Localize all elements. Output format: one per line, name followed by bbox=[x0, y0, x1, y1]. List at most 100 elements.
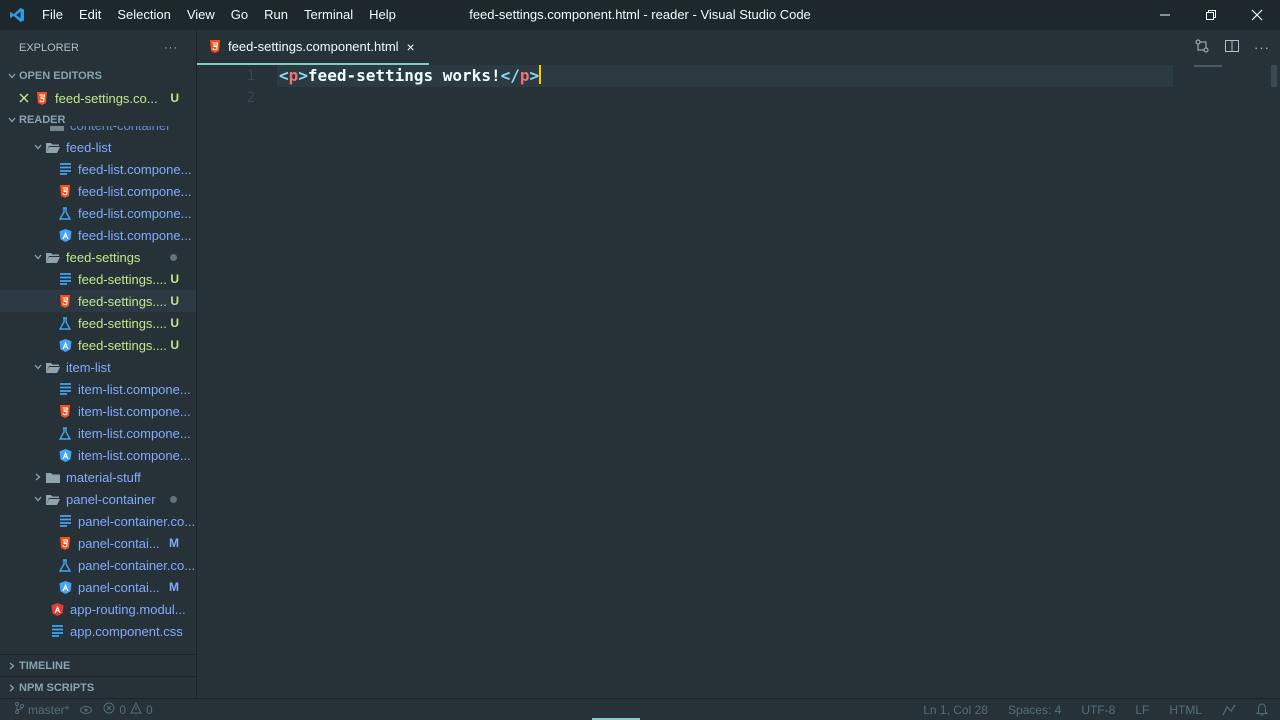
chevron-right-icon bbox=[4, 661, 19, 671]
folder-row[interactable]: content-container bbox=[0, 126, 196, 136]
sync-icon[interactable] bbox=[79, 704, 93, 716]
file-row[interactable]: panel-container.co... bbox=[0, 554, 196, 576]
file-row[interactable]: panel-container.co... bbox=[0, 510, 196, 532]
file-row-selected[interactable]: feed-settings.... U bbox=[0, 290, 196, 312]
minimize-icon[interactable] bbox=[1142, 0, 1188, 30]
minimap[interactable] bbox=[1194, 65, 1222, 67]
menu-view[interactable]: View bbox=[179, 0, 223, 30]
timeline-section[interactable]: TIMELINE bbox=[0, 654, 196, 676]
folder-row[interactable]: panel-container bbox=[0, 488, 196, 510]
file-row[interactable]: feed-settings.... U bbox=[0, 268, 196, 290]
file-row[interactable]: feed-list.compone... bbox=[0, 202, 196, 224]
menu-run[interactable]: Run bbox=[256, 0, 296, 30]
menu-help[interactable]: Help bbox=[361, 0, 404, 30]
folder-open-icon bbox=[46, 360, 60, 374]
test-flask-icon bbox=[58, 426, 72, 440]
css-file-icon bbox=[58, 162, 72, 176]
menu-file[interactable]: File bbox=[34, 0, 71, 30]
open-changes-icon[interactable] bbox=[1194, 38, 1210, 57]
file-row[interactable]: feed-settings.... U bbox=[0, 334, 196, 356]
folder-row[interactable]: feed-list bbox=[0, 136, 196, 158]
code-token: > bbox=[298, 66, 308, 85]
more-actions-icon[interactable]: ··· bbox=[1254, 40, 1270, 55]
file-row[interactable]: panel-contai... M bbox=[0, 532, 196, 554]
menu-selection[interactable]: Selection bbox=[109, 0, 178, 30]
chevron-down-icon bbox=[30, 362, 46, 372]
explorer-title: EXPLORER bbox=[19, 41, 79, 54]
open-editor-item[interactable]: feed-settings.co... U bbox=[0, 87, 196, 109]
html-file-icon bbox=[58, 536, 72, 550]
folder-row[interactable]: material-stuff bbox=[0, 466, 196, 488]
explorer-header: EXPLORER ··· bbox=[0, 30, 196, 65]
file-row[interactable]: item-list.compone... bbox=[0, 444, 196, 466]
angular-component-icon bbox=[58, 448, 72, 462]
file-row[interactable]: app.component.css bbox=[0, 620, 196, 642]
error-icon bbox=[103, 702, 115, 717]
file-row[interactable]: app-routing.modul... bbox=[0, 598, 196, 620]
changes-dot bbox=[170, 495, 177, 503]
file-row[interactable]: feed-list.compone... bbox=[0, 224, 196, 246]
code-editor[interactable]: 1 2 <p>feed-settings works!</p> bbox=[197, 65, 1280, 698]
close-editor-icon[interactable] bbox=[19, 93, 31, 103]
file-encoding[interactable]: UTF-8 bbox=[1081, 703, 1115, 717]
code-line[interactable]: <p>feed-settings works!</p> bbox=[279, 65, 542, 87]
vertical-scrollbar[interactable] bbox=[1271, 65, 1277, 87]
code-token: p bbox=[288, 66, 299, 85]
indentation[interactable]: Spaces: 4 bbox=[1008, 703, 1061, 717]
css-file-icon bbox=[58, 382, 72, 396]
menu-go[interactable]: Go bbox=[223, 0, 256, 30]
file-row[interactable]: panel-contai... M bbox=[0, 576, 196, 598]
problems-indicator[interactable]: 0 0 bbox=[103, 701, 153, 717]
folder-open-icon bbox=[46, 492, 60, 506]
angular-component-icon bbox=[58, 580, 72, 594]
file-row[interactable]: item-list.compone... bbox=[0, 422, 196, 444]
chevron-down-icon bbox=[30, 142, 46, 152]
folder-icon bbox=[46, 470, 60, 484]
css-file-icon bbox=[50, 624, 64, 638]
file-row[interactable]: feed-settings.... U bbox=[0, 312, 196, 334]
test-flask-icon bbox=[58, 316, 72, 330]
cursor-position[interactable]: Ln 1, Col 28 bbox=[923, 703, 988, 717]
css-file-icon bbox=[58, 514, 72, 528]
feedback-icon[interactable] bbox=[1222, 704, 1236, 716]
test-flask-icon bbox=[58, 206, 72, 220]
line-number: 1 bbox=[246, 68, 255, 84]
html-file-icon bbox=[58, 404, 72, 418]
vscode-logo-icon bbox=[0, 0, 34, 30]
file-row[interactable]: item-list.compone... bbox=[0, 378, 196, 400]
language-mode[interactable]: HTML bbox=[1169, 703, 1202, 717]
chevron-down-icon bbox=[4, 115, 19, 125]
editor-tabs: feed-settings.component.html × ··· bbox=[197, 30, 1280, 65]
text-cursor bbox=[539, 65, 542, 84]
notifications-bell-icon[interactable] bbox=[1256, 703, 1268, 716]
split-editor-icon[interactable] bbox=[1224, 38, 1240, 57]
test-flask-icon bbox=[58, 558, 72, 572]
file-row[interactable]: item-list.compone... bbox=[0, 400, 196, 422]
folder-icon bbox=[50, 126, 64, 132]
folder-row[interactable]: item-list bbox=[0, 356, 196, 378]
status-bar: master* 0 0 Ln 1, Col 28 Spaces: 4 UTF-8… bbox=[0, 698, 1280, 720]
close-tab-icon[interactable]: × bbox=[407, 39, 415, 55]
end-of-line[interactable]: LF bbox=[1135, 703, 1149, 717]
window-controls bbox=[1142, 0, 1280, 30]
html-file-icon bbox=[35, 91, 49, 105]
menu-terminal[interactable]: Terminal bbox=[296, 0, 361, 30]
code-token: < bbox=[279, 66, 289, 85]
file-row[interactable]: feed-list.compone... bbox=[0, 180, 196, 202]
file-row[interactable]: feed-list.compone... bbox=[0, 158, 196, 180]
chevron-down-icon bbox=[4, 71, 19, 81]
branch-indicator[interactable]: master* bbox=[14, 702, 69, 717]
chevron-right-icon bbox=[4, 683, 19, 693]
html-file-icon bbox=[58, 294, 72, 308]
tab-feed-settings-html[interactable]: feed-settings.component.html × bbox=[197, 30, 429, 65]
folder-row[interactable]: feed-settings bbox=[0, 246, 196, 268]
restore-icon[interactable] bbox=[1188, 0, 1234, 30]
open-editors-section[interactable]: OPEN EDITORS bbox=[0, 65, 196, 87]
npm-scripts-section[interactable]: NPM SCRIPTS bbox=[0, 676, 196, 698]
menu-edit[interactable]: Edit bbox=[71, 0, 109, 30]
more-actions-icon[interactable]: ··· bbox=[164, 42, 178, 54]
close-window-icon[interactable] bbox=[1234, 0, 1280, 30]
code-token: feed-settings works! bbox=[307, 66, 501, 85]
chevron-right-icon bbox=[30, 472, 46, 482]
line-number: 2 bbox=[246, 90, 255, 106]
